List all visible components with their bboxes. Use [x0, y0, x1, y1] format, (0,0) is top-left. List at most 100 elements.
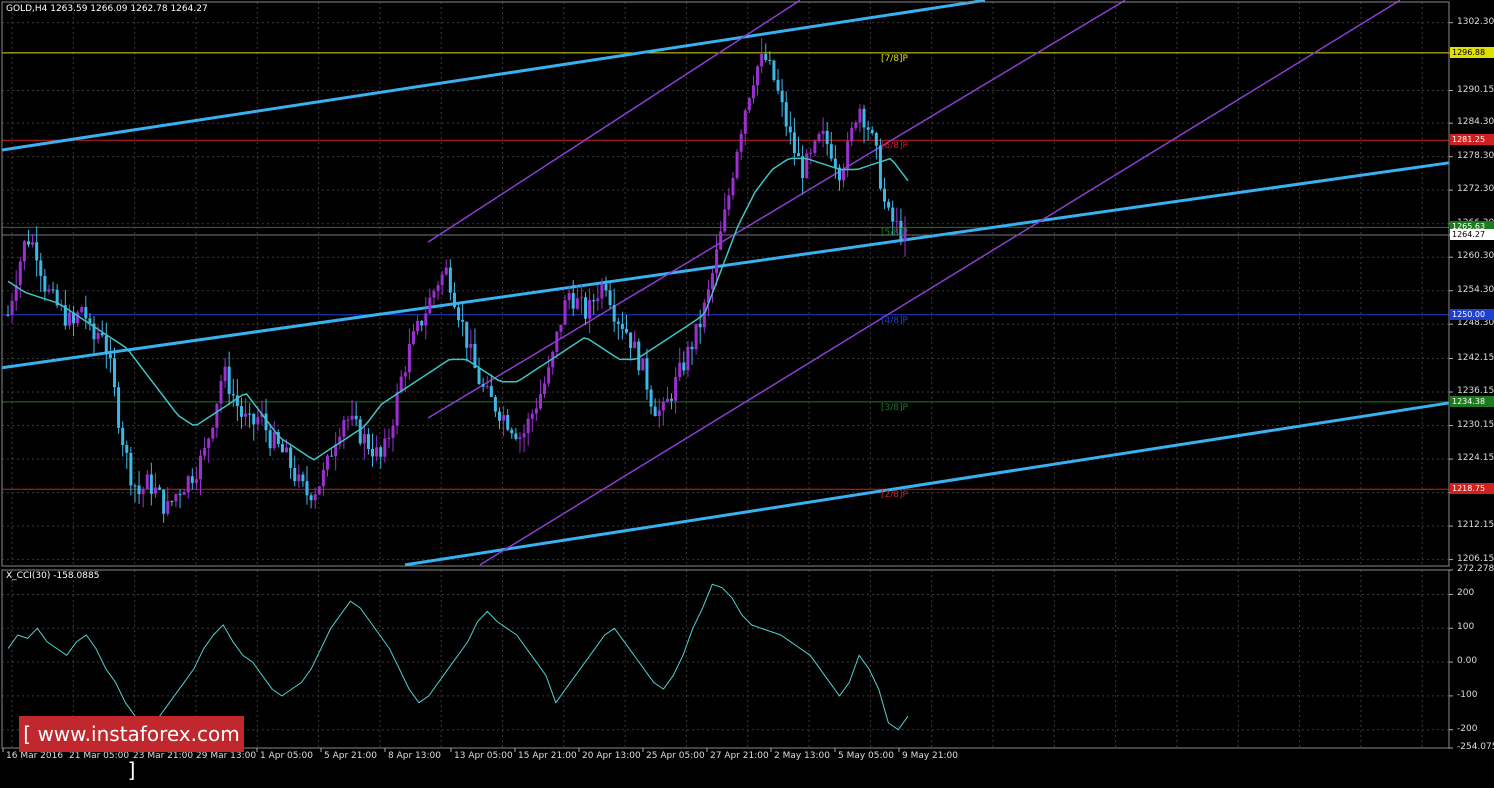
candle-body	[620, 323, 624, 329]
x-tick-label: 23 Mar 21:00	[133, 751, 194, 761]
candle-body	[350, 415, 354, 420]
candle-body	[657, 410, 661, 417]
candle-body	[440, 274, 444, 286]
candle-body	[268, 430, 272, 449]
candle-body	[575, 298, 579, 309]
candle-body	[346, 419, 350, 421]
candle-body	[158, 487, 162, 490]
candle-body	[735, 151, 739, 178]
candle-body	[112, 358, 116, 388]
cci-line	[7, 583, 909, 731]
candle-body	[858, 108, 862, 123]
candle-body	[162, 489, 166, 514]
candle-body	[530, 413, 534, 419]
candle-body	[694, 323, 698, 350]
candle-body	[579, 297, 583, 299]
candle-body	[477, 368, 481, 384]
candle-body	[43, 275, 47, 292]
candle-body	[227, 366, 231, 395]
candle-body	[506, 414, 510, 430]
price-level-tag: 1218.75	[1450, 483, 1494, 495]
candle-body	[489, 386, 493, 397]
candle-body	[436, 285, 440, 292]
candle-body	[321, 469, 325, 487]
candle-body	[768, 59, 772, 61]
candle-body	[387, 437, 391, 439]
candle-body	[39, 260, 43, 276]
candle-body	[715, 249, 719, 274]
candle-body	[22, 241, 26, 262]
candle-body	[330, 455, 334, 457]
murray-level-label: [3/8]P	[881, 402, 908, 413]
candle-body	[604, 284, 608, 291]
candle-body	[375, 447, 379, 457]
candle-body	[723, 209, 727, 232]
channel-upper-narrow	[427, 0, 1126, 419]
candle-body	[637, 341, 641, 371]
candle-body	[514, 433, 518, 440]
candle-body	[403, 372, 407, 377]
x-tick-label: 9 May 21:00	[902, 751, 958, 761]
candle-body	[211, 427, 215, 439]
candle-body	[10, 300, 14, 315]
candle-body	[407, 343, 411, 373]
price-level-tag: 1281.25	[1450, 134, 1494, 146]
candle-body	[465, 321, 469, 348]
candle-body	[887, 201, 891, 208]
candle-body	[850, 127, 854, 142]
candle-body	[469, 343, 473, 348]
candle-body	[571, 293, 575, 309]
cci-tick-label: 100	[1457, 622, 1475, 633]
candle-body	[809, 152, 813, 154]
candle-body	[567, 293, 571, 301]
chart-header: GOLD,H4 1263.59 1266.09 1262.78 1264.27	[6, 4, 208, 14]
candle-body	[31, 242, 35, 245]
y-tick-label: 1260.30	[1457, 251, 1494, 262]
candle-body	[428, 297, 432, 314]
x-tick-label: 5 May 05:00	[838, 751, 894, 761]
candle-body	[67, 312, 71, 326]
candle-body	[829, 144, 833, 159]
candle-body	[84, 307, 88, 319]
murray-level-label: [7/8]P	[881, 53, 908, 64]
candle-body	[817, 133, 821, 142]
x-tick-label: 21 Mar 05:00	[69, 751, 130, 761]
candle-body	[727, 195, 731, 210]
candle-body	[801, 156, 805, 179]
candle-body	[285, 447, 289, 453]
candle-body	[313, 494, 317, 501]
candle-body	[665, 398, 669, 403]
cci-tick-label: 0.00	[1457, 656, 1478, 667]
candle-body	[186, 476, 190, 493]
candle-body	[555, 331, 559, 352]
candle-body	[854, 122, 858, 128]
candle-body	[543, 383, 547, 395]
candle-body	[129, 452, 133, 486]
y-tick-label: 1272.30	[1457, 184, 1494, 195]
candle-body	[534, 408, 538, 414]
candle-body	[760, 54, 764, 67]
candle-body	[6, 314, 10, 316]
candle-body	[96, 332, 100, 340]
price-level-tag: 1296.88	[1450, 46, 1494, 58]
candle-body	[256, 416, 260, 425]
candle-body	[395, 392, 399, 426]
candle-body	[342, 419, 346, 437]
y-tick-label: 1290.15	[1457, 84, 1494, 95]
candle-body	[444, 267, 448, 275]
candle-body	[608, 290, 612, 306]
candle-body	[780, 90, 784, 103]
candle-body	[141, 488, 145, 495]
candle-body	[280, 444, 284, 453]
candle-body	[219, 381, 223, 404]
candle-body	[485, 386, 489, 388]
candle-body	[764, 54, 768, 60]
candle-body	[244, 413, 248, 417]
candle-body	[379, 447, 383, 457]
price-panel-border	[1, 1, 1450, 567]
candle-body	[526, 418, 530, 434]
candle-body	[596, 298, 600, 302]
candle-body	[686, 346, 690, 371]
candle-body	[133, 485, 137, 487]
candle-body	[420, 320, 424, 326]
